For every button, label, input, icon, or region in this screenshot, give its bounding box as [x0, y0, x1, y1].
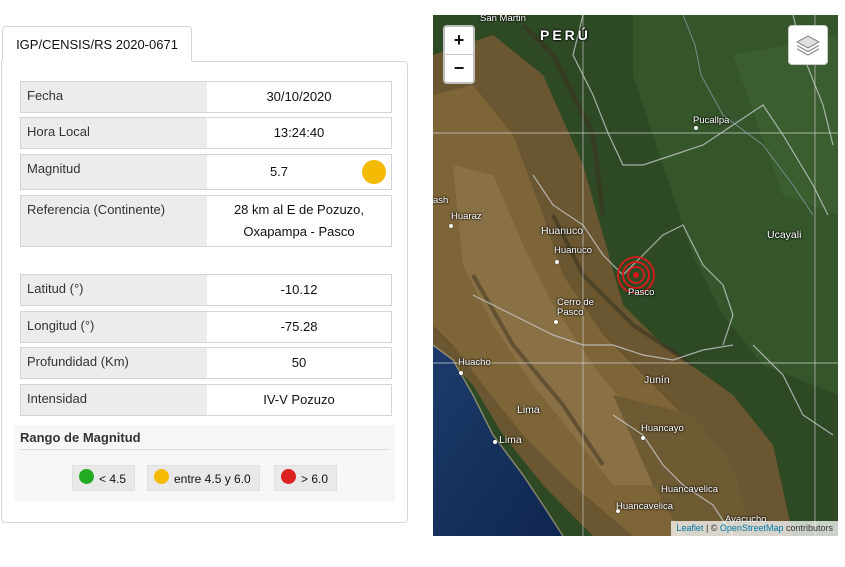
place-huaraz: Huaraz	[451, 211, 482, 222]
zoom-out-button[interactable]: −	[445, 55, 473, 82]
map-attribution: Leaflet | © OpenStreetMap contributors	[671, 521, 838, 536]
intensidad-value: IV-V Pozuzo	[263, 392, 335, 407]
leaflet-link[interactable]: Leaflet	[676, 523, 703, 533]
city-marker	[459, 371, 463, 375]
place-san-martin: San Martin	[480, 15, 526, 24]
hora-label: Hora Local	[21, 118, 207, 148]
magnitude-indicator-icon	[362, 160, 386, 184]
longitud-row: Longitud (°) -75.28	[20, 311, 392, 343]
intensidad-row: Intensidad IV-V Pozuzo	[20, 384, 392, 416]
layers-button[interactable]	[788, 25, 828, 65]
zoom-control: + −	[443, 25, 475, 84]
latitud-row: Latitud (°) -10.12	[20, 274, 392, 306]
fecha-label: Fecha	[21, 82, 207, 112]
city-marker	[694, 126, 698, 130]
intensidad-label: Intensidad	[21, 385, 207, 415]
referencia-line-2: Oxapampa - Pasco	[243, 224, 355, 239]
latitud-label: Latitud (°)	[21, 275, 207, 305]
legend-item-low: < 4.5	[72, 465, 136, 491]
hora-row: Hora Local 13:24:40	[20, 117, 392, 149]
epicenter-map[interactable]: San Martin PERÚ Pucallpa Ucayali ash Hua…	[433, 15, 838, 536]
place-pucallpa: Pucallpa	[693, 115, 730, 126]
place-huancavelica-city: Huancavelica	[616, 501, 674, 512]
red-circle-icon	[281, 469, 296, 484]
profundidad-value: 50	[291, 355, 307, 370]
longitud-label: Longitud (°)	[21, 312, 207, 342]
fecha-value: 30/10/2020	[266, 89, 332, 104]
city-marker	[554, 320, 558, 324]
attribution-separator: | ©	[703, 523, 720, 533]
legend-item-label: > 6.0	[301, 472, 329, 486]
place-ash: ash	[433, 195, 449, 206]
magnitud-value: 5.7	[269, 164, 289, 179]
place-pasco: Pasco	[628, 287, 655, 298]
yellow-circle-icon	[154, 469, 169, 484]
magnitud-label: Magnitud	[21, 155, 207, 189]
place-huanuco-region: Huanuco	[541, 225, 584, 237]
legend-item-label: < 4.5	[99, 472, 127, 486]
city-marker	[449, 224, 453, 228]
profundidad-row: Profundidad (Km) 50	[20, 347, 392, 379]
place-lima-region: Lima	[517, 404, 540, 416]
referencia-line-1: 28 km al E de Pozuzo,	[233, 202, 365, 217]
city-marker	[555, 260, 559, 264]
green-circle-icon	[79, 469, 94, 484]
longitud-value: -75.28	[280, 319, 318, 334]
profundidad-label: Profundidad (Km)	[21, 348, 207, 378]
place-huanuco-city: Huanuco	[554, 245, 593, 256]
legend-title: Rango de Magnitud	[20, 430, 141, 445]
referencia-value: 28 km al E de Pozuzo, Oxapampa - Pasco	[207, 196, 391, 246]
attribution-suffix: contributors	[783, 523, 833, 533]
place-peru: PERÚ	[540, 27, 591, 43]
report-tab[interactable]: IGP/CENSIS/RS 2020-0671	[2, 26, 192, 62]
place-huancayo: Huancayo	[641, 423, 684, 434]
legend-item-label: entre 4.5 y 6.0	[174, 472, 251, 486]
place-huancavelica-region: Huancavelica	[661, 484, 719, 495]
openstreetmap-link[interactable]: OpenStreetMap	[720, 523, 784, 533]
magnitud-row: Magnitud 5.7	[20, 154, 392, 190]
city-marker	[641, 436, 645, 440]
latitud-value: -10.12	[280, 282, 318, 297]
legend-item-high: > 6.0	[274, 465, 338, 491]
hora-value: 13:24:40	[273, 125, 325, 140]
magnitude-legend: Rango de Magnitud < 4.5 entre 4.5 y 6.0 …	[14, 425, 395, 502]
referencia-row: Referencia (Continente) 28 km al E de Po…	[20, 195, 392, 247]
legend-item-medium: entre 4.5 y 6.0	[147, 465, 260, 491]
fecha-row: Fecha 30/10/2020	[20, 81, 392, 113]
place-cerro-de-pasco-2: Pasco	[557, 307, 584, 318]
place-junin: Junín	[644, 374, 670, 386]
legend-divider	[20, 449, 389, 450]
layers-icon	[795, 35, 821, 56]
place-ucayali: Ucayali	[767, 229, 802, 241]
place-huacho: Huacho	[458, 357, 491, 368]
place-lima-city: Lima	[499, 434, 522, 446]
zoom-in-button[interactable]: +	[445, 27, 473, 54]
city-marker	[493, 440, 497, 444]
satellite-terrain	[433, 15, 838, 536]
referencia-label: Referencia (Continente)	[21, 196, 207, 246]
